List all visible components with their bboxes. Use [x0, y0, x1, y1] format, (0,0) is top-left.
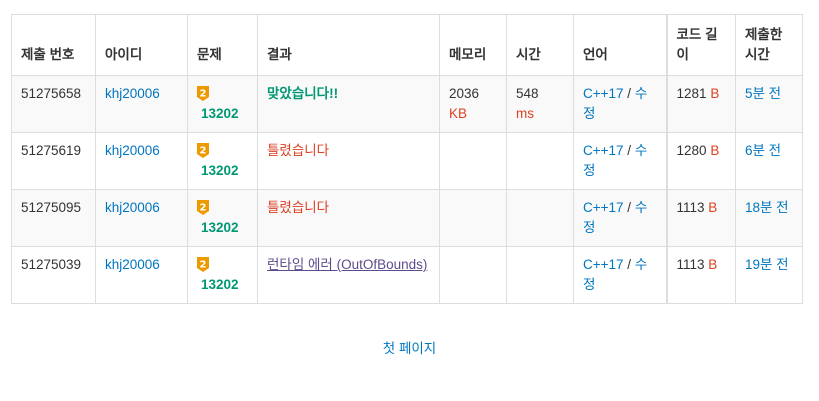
submission-id: 51275095 [11, 189, 96, 247]
code-length-unit: B [710, 143, 720, 158]
language-link[interactable]: C++17 [583, 143, 624, 158]
pagination: 첫 페이지 [0, 337, 819, 357]
code-length-value: 1113 [676, 257, 705, 272]
code-length-unit: B [708, 257, 718, 272]
time-cell [506, 189, 574, 247]
code-length-cell: 1280 B [665, 132, 736, 190]
problem-link[interactable]: 13202 [197, 104, 248, 124]
memory-value: 2036 [449, 86, 480, 101]
problem-link[interactable]: 13202 [197, 218, 248, 238]
language-separator: / [623, 257, 635, 272]
table-row: 51275095 khj20006 2 13202 틀렸습니다 C++17 / … [11, 189, 803, 247]
first-page-link[interactable]: 첫 페이지 [383, 341, 436, 356]
code-length-value: 1113 [676, 200, 705, 215]
language-separator: / [623, 143, 635, 158]
col-problem: 문제 [187, 14, 258, 76]
col-memory: 메모리 [439, 14, 507, 76]
problem-cell: 2 13202 [187, 132, 258, 190]
code-length-value: 1280 [676, 143, 707, 158]
col-result: 결과 [257, 14, 440, 76]
user-cell: khj20006 [95, 75, 188, 133]
code-length-cell: 1113 B [665, 246, 736, 304]
memory-cell [439, 189, 507, 247]
submission-id: 51275619 [11, 132, 96, 190]
language-cell: C++17 / 수정 [573, 75, 667, 133]
table-row: 51275658 khj20006 2 13202 맞았습니다!! 2036 KB… [11, 75, 803, 133]
submitted-time-link[interactable]: 6분 전 [745, 143, 781, 158]
code-length-unit: B [708, 200, 718, 215]
col-user: 아이디 [95, 14, 188, 76]
problem-link[interactable]: 13202 [197, 161, 248, 181]
time-cell [506, 246, 574, 304]
submission-id: 51275039 [11, 246, 96, 304]
user-link[interactable]: khj20006 [105, 86, 160, 101]
problem-cell: 2 13202 [187, 246, 258, 304]
user-cell: khj20006 [95, 246, 188, 304]
tier-level: 2 [200, 203, 207, 214]
tier-level: 2 [200, 260, 207, 271]
result-text[interactable]: 틀렸습니다 [267, 200, 329, 215]
gold-tier-icon: 2 [197, 200, 209, 215]
gold-tier-icon: 2 [197, 143, 209, 158]
result-text[interactable]: 틀렸습니다 [267, 143, 329, 158]
submitted-time-cell: 6분 전 [735, 132, 803, 190]
col-submitted-time: 제출한 시간 [735, 14, 803, 76]
submission-id: 51275658 [11, 75, 96, 133]
code-length-value: 1281 [676, 86, 707, 101]
code-length-unit: B [710, 86, 720, 101]
language-link[interactable]: C++17 [583, 86, 624, 101]
status-table-wrap: 제출 번호 아이디 문제 결과 메모리 시간 언어 코드 길이 제출한 시간 5… [11, 14, 803, 304]
user-link[interactable]: khj20006 [105, 257, 160, 272]
code-length-cell: 1281 B [665, 75, 736, 133]
user-cell: khj20006 [95, 132, 188, 190]
col-submission-id: 제출 번호 [11, 14, 96, 76]
time-value: 548 [516, 86, 539, 101]
col-time: 시간 [506, 14, 574, 76]
problem-cell: 2 13202 [187, 75, 258, 133]
problem-cell: 2 13202 [187, 189, 258, 247]
submitted-time-cell: 19분 전 [735, 246, 803, 304]
result-text[interactable]: 런타임 에러 (OutOfBounds) [267, 257, 427, 272]
result-cell: 런타임 에러 (OutOfBounds) [257, 246, 440, 304]
time-unit: ms [516, 106, 534, 121]
memory-cell: 2036 KB [439, 75, 507, 133]
language-link[interactable]: C++17 [583, 200, 624, 215]
result-cell: 틀렸습니다 [257, 132, 440, 190]
tier-level: 2 [200, 146, 207, 157]
language-cell: C++17 / 수정 [573, 189, 667, 247]
table-row: 51275039 khj20006 2 13202 런타임 에러 (OutOfB… [11, 246, 803, 304]
user-link[interactable]: khj20006 [105, 143, 160, 158]
submitted-time-link[interactable]: 19분 전 [745, 257, 789, 272]
language-cell: C++17 / 수정 [573, 132, 667, 190]
memory-cell [439, 132, 507, 190]
col-language: 언어 [573, 14, 667, 76]
status-table: 제출 번호 아이디 문제 결과 메모리 시간 언어 코드 길이 제출한 시간 5… [11, 14, 803, 304]
language-link[interactable]: C++17 [583, 257, 624, 272]
result-text[interactable]: 맞았습니다!! [267, 86, 338, 101]
user-link[interactable]: khj20006 [105, 200, 160, 215]
memory-cell [439, 246, 507, 304]
table-row: 51275619 khj20006 2 13202 틀렸습니다 C++17 / … [11, 132, 803, 190]
language-separator: / [623, 200, 635, 215]
submitted-time-cell: 18분 전 [735, 189, 803, 247]
language-separator: / [623, 86, 635, 101]
user-cell: khj20006 [95, 189, 188, 247]
gold-tier-icon: 2 [197, 86, 209, 101]
time-cell: 548 ms [506, 75, 574, 133]
language-cell: C++17 / 수정 [573, 246, 667, 304]
col-code-length: 코드 길이 [665, 14, 736, 76]
problem-link[interactable]: 13202 [197, 275, 248, 295]
memory-unit: KB [449, 106, 468, 121]
submitted-time-link[interactable]: 18분 전 [745, 200, 789, 215]
submitted-time-link[interactable]: 5분 전 [745, 86, 781, 101]
time-cell [506, 132, 574, 190]
gold-tier-icon: 2 [197, 257, 209, 272]
table-header-row: 제출 번호 아이디 문제 결과 메모리 시간 언어 코드 길이 제출한 시간 [11, 14, 803, 76]
code-length-cell: 1113 B [665, 189, 736, 247]
result-cell: 틀렸습니다 [257, 189, 440, 247]
result-cell: 맞았습니다!! [257, 75, 440, 133]
submitted-time-cell: 5분 전 [735, 75, 803, 133]
tier-level: 2 [200, 89, 207, 100]
